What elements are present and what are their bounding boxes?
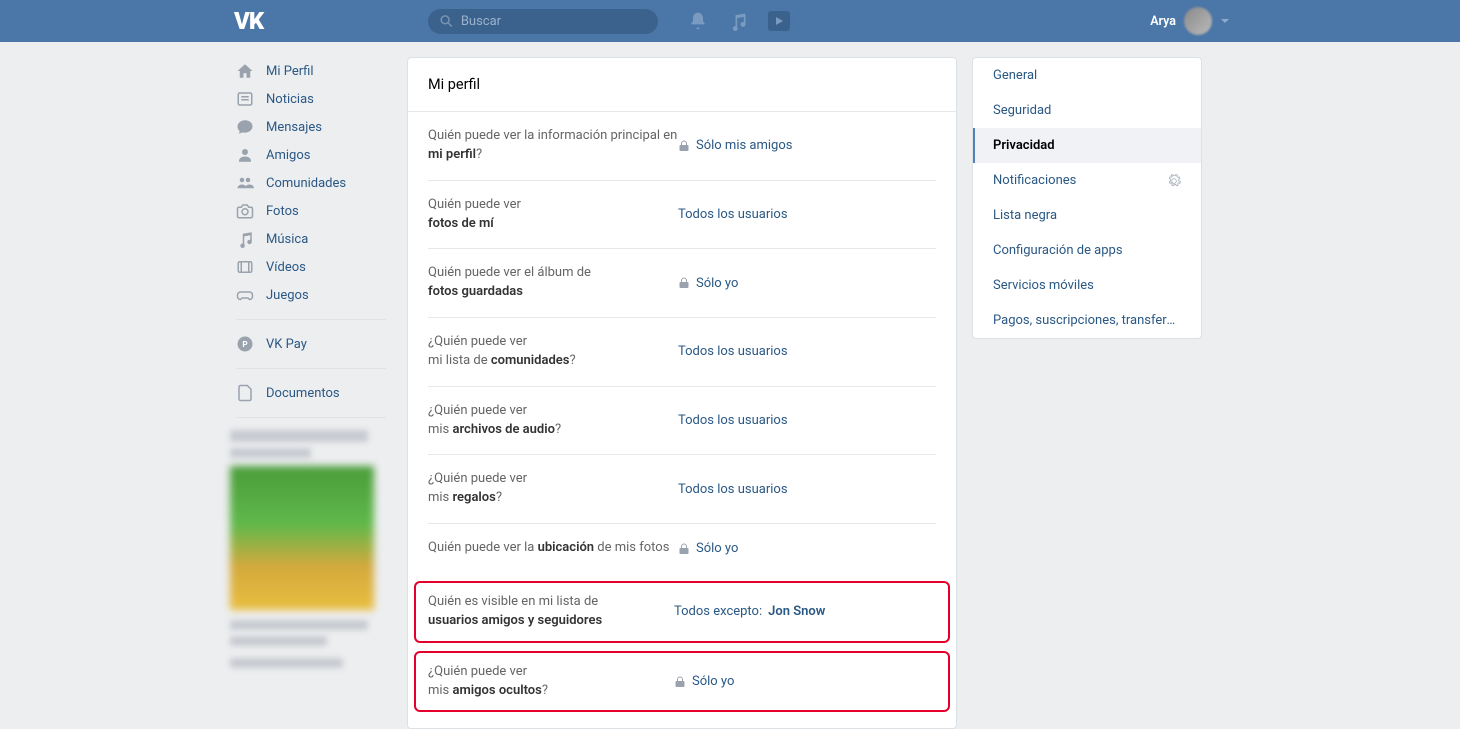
vk-logo[interactable]: VK: [234, 7, 263, 35]
user-menu[interactable]: Arya: [1150, 7, 1230, 35]
nav-docs[interactable]: Documentos: [230, 379, 392, 407]
row-value[interactable]: Todos los usuarios: [678, 207, 936, 222]
person-icon: [236, 146, 254, 164]
row-label: Quién puede ver la información principal…: [428, 127, 678, 165]
nav-news[interactable]: Noticias: [230, 85, 392, 113]
music-icon[interactable]: [728, 11, 748, 31]
page-title: Mi perfil: [408, 58, 956, 112]
privacy-row-highlighted: ¿Quién puede vermis amigos ocultos? Sólo…: [414, 651, 950, 713]
groups-icon: [236, 174, 254, 192]
lock-icon: [678, 543, 690, 555]
pay-icon: P: [236, 335, 254, 353]
settings-nav-general[interactable]: General: [973, 58, 1201, 93]
sidebar-ad-section: [230, 430, 392, 668]
search-container[interactable]: [428, 9, 658, 34]
settings-nav-mobile[interactable]: Servicios móviles: [973, 268, 1201, 303]
gamepad-icon: [236, 286, 254, 304]
search-icon: [440, 14, 453, 28]
row-value[interactable]: Sólo yo: [674, 674, 936, 689]
row-label: Quién puede verfotos de mí: [428, 196, 678, 234]
privacy-row: ¿Quién puede vermi lista de comunidades?…: [428, 317, 936, 386]
chevron-down-icon: [1220, 16, 1230, 26]
film-icon: [236, 258, 254, 276]
settings-nav-security[interactable]: Seguridad: [973, 93, 1201, 128]
avatar: [1184, 7, 1212, 35]
chat-icon: [236, 118, 254, 136]
lock-icon: [674, 676, 686, 688]
lock-icon: [678, 140, 690, 152]
privacy-row: ¿Quién puede vermis archivos de audio? T…: [428, 386, 936, 455]
nav-friends[interactable]: Amigos: [230, 141, 392, 169]
nav-vkpay[interactable]: PVK Pay: [230, 330, 392, 358]
row-value[interactable]: Todos los usuarios: [678, 482, 936, 497]
home-icon: [236, 62, 254, 80]
search-input[interactable]: [461, 14, 646, 29]
svg-text:P: P: [242, 340, 247, 350]
settings-nav-blacklist[interactable]: Lista negra: [973, 198, 1201, 233]
settings-nav-notifications[interactable]: Notificaciones: [973, 163, 1201, 198]
row-label: Quién es visible en mi lista deusuarios …: [428, 593, 674, 631]
settings-nav-apps[interactable]: Configuración de apps: [973, 233, 1201, 268]
row-label: ¿Quién puede vermis archivos de audio?: [428, 402, 678, 440]
row-label: Quién puede ver la ubicación de mis foto…: [428, 539, 678, 558]
privacy-row: Quién puede ver la información principal…: [428, 112, 936, 180]
settings-panel: Mi perfil Quién puede ver la información…: [407, 57, 957, 729]
row-label: ¿Quién puede vermis amigos ocultos?: [428, 663, 674, 701]
privacy-row: Quién puede ver la ubicación de mis foto…: [428, 523, 936, 573]
row-value[interactable]: Sólo yo: [678, 276, 936, 291]
settings-nav-privacy[interactable]: Privacidad: [973, 128, 1201, 163]
nav-messages[interactable]: Mensajes: [230, 113, 392, 141]
doc-icon: [236, 384, 254, 402]
bell-icon[interactable]: [688, 11, 708, 31]
settings-nav: General Seguridad Privacidad Notificacio…: [972, 57, 1202, 339]
row-label: Quién puede ver el álbum defotos guardad…: [428, 264, 678, 302]
top-header: VK Arya: [0, 0, 1460, 42]
nav-games[interactable]: Juegos: [230, 281, 392, 309]
lock-icon: [678, 277, 690, 289]
row-label: ¿Quién puede vermi lista de comunidades?: [428, 333, 678, 371]
privacy-row: ¿Quién puede vermis regalos? Todos los u…: [428, 454, 936, 523]
left-sidebar: Mi Perfil Noticias Mensajes Amigos Comun…: [230, 57, 392, 674]
privacy-row-highlighted: Quién es visible en mi lista deusuarios …: [414, 581, 950, 643]
row-value[interactable]: Todos los usuarios: [678, 344, 936, 359]
settings-nav-payments[interactable]: Pagos, suscripciones, transferencias: [973, 303, 1201, 338]
nav-videos[interactable]: Vídeos: [230, 253, 392, 281]
nav-profile[interactable]: Mi Perfil: [230, 57, 392, 85]
user-name: Arya: [1150, 14, 1176, 29]
video-icon[interactable]: [768, 11, 790, 31]
gear-icon[interactable]: [1167, 174, 1181, 188]
nav-photos[interactable]: Fotos: [230, 197, 392, 225]
row-value[interactable]: Todos excepto: Jon Snow: [674, 604, 936, 619]
row-value[interactable]: Sólo mis amigos: [678, 138, 936, 153]
privacy-row: Quién puede verfotos de mí Todos los usu…: [428, 180, 936, 249]
camera-icon: [236, 202, 254, 220]
row-label: ¿Quién puede vermis regalos?: [428, 470, 678, 508]
news-icon: [236, 90, 254, 108]
row-value[interactable]: Sólo yo: [678, 541, 936, 556]
row-value[interactable]: Todos los usuarios: [678, 413, 936, 428]
privacy-row: Quién puede ver el álbum defotos guardad…: [428, 248, 936, 317]
nav-music[interactable]: Música: [230, 225, 392, 253]
nav-communities[interactable]: Comunidades: [230, 169, 392, 197]
music-nav-icon: [236, 230, 254, 248]
